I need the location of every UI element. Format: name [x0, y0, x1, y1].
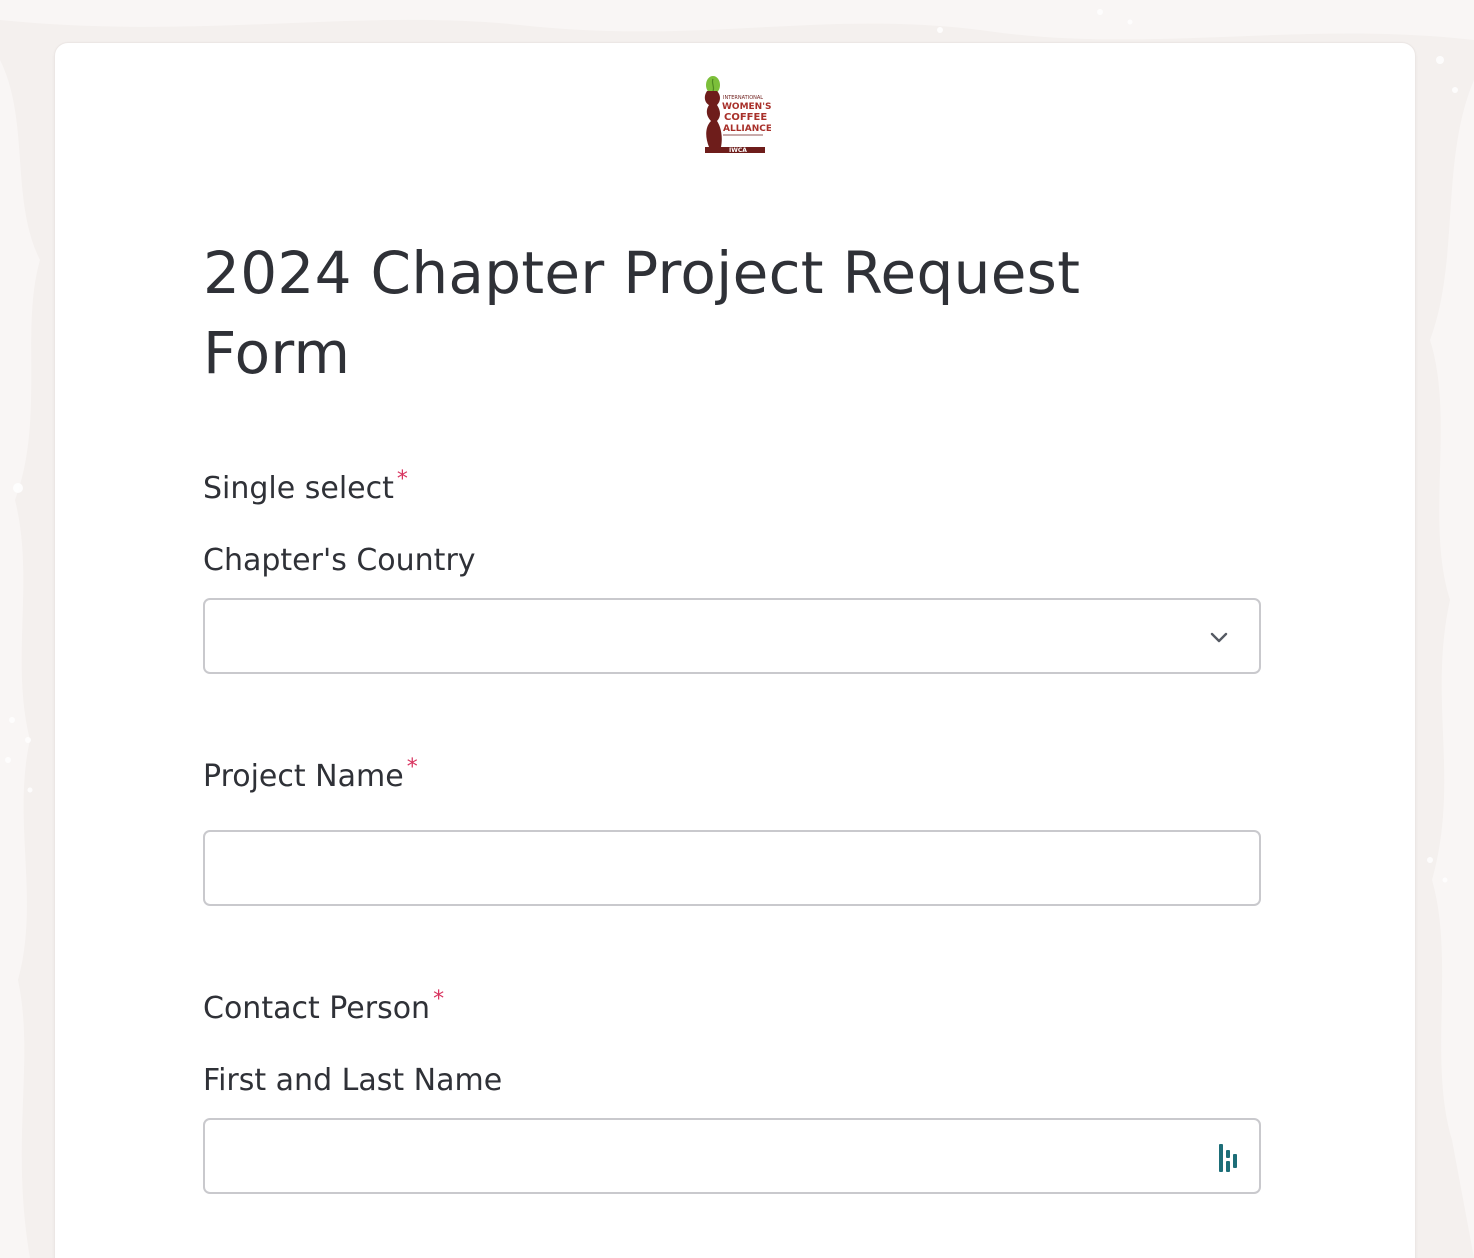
chapters-country-select-value[interactable] — [205, 600, 1259, 672]
chapters-country-select[interactable] — [203, 598, 1261, 674]
svg-text:INTERNATIONAL: INTERNATIONAL — [723, 95, 763, 101]
required-asterisk: * — [396, 467, 408, 492]
chevron-down-icon — [1210, 632, 1228, 643]
chapters-country-sublabel: Chapter's Country — [203, 543, 476, 578]
contact-person-label-text: Contact Person — [203, 991, 431, 1026]
contact-person-field[interactable] — [203, 1118, 1261, 1194]
single-select-label-text: Single select — [203, 471, 394, 506]
svg-text:WOMEN'S: WOMEN'S — [722, 102, 771, 112]
form-title: 2024 Chapter Project Request Form — [203, 239, 1081, 387]
project-name-label: Project Name * — [203, 755, 418, 800]
project-name-input[interactable] — [205, 832, 1259, 904]
contact-person-input[interactable] — [205, 1120, 1259, 1192]
svg-text:COFFEE: COFFEE — [724, 112, 767, 123]
project-name-label-text: Project Name — [203, 759, 404, 794]
form-card: INTERNATIONAL WOMEN'S COFFEE ALLIANCE IW… — [54, 42, 1416, 1258]
svg-text:IWCA: IWCA — [729, 147, 747, 154]
single-select-label: Single select * — [203, 467, 408, 512]
first-and-last-name-sublabel: First and Last Name — [203, 1063, 503, 1098]
required-asterisk: * — [406, 755, 418, 780]
required-asterisk: * — [433, 987, 445, 1012]
iwca-logo: INTERNATIONAL WOMEN'S COFFEE ALLIANCE IW… — [699, 75, 772, 155]
contact-person-label: Contact Person * — [203, 987, 445, 1032]
svg-text:ALLIANCE: ALLIANCE — [723, 124, 771, 134]
autofill-extension-icon[interactable] — [1217, 1142, 1241, 1174]
project-name-field[interactable] — [203, 830, 1261, 906]
